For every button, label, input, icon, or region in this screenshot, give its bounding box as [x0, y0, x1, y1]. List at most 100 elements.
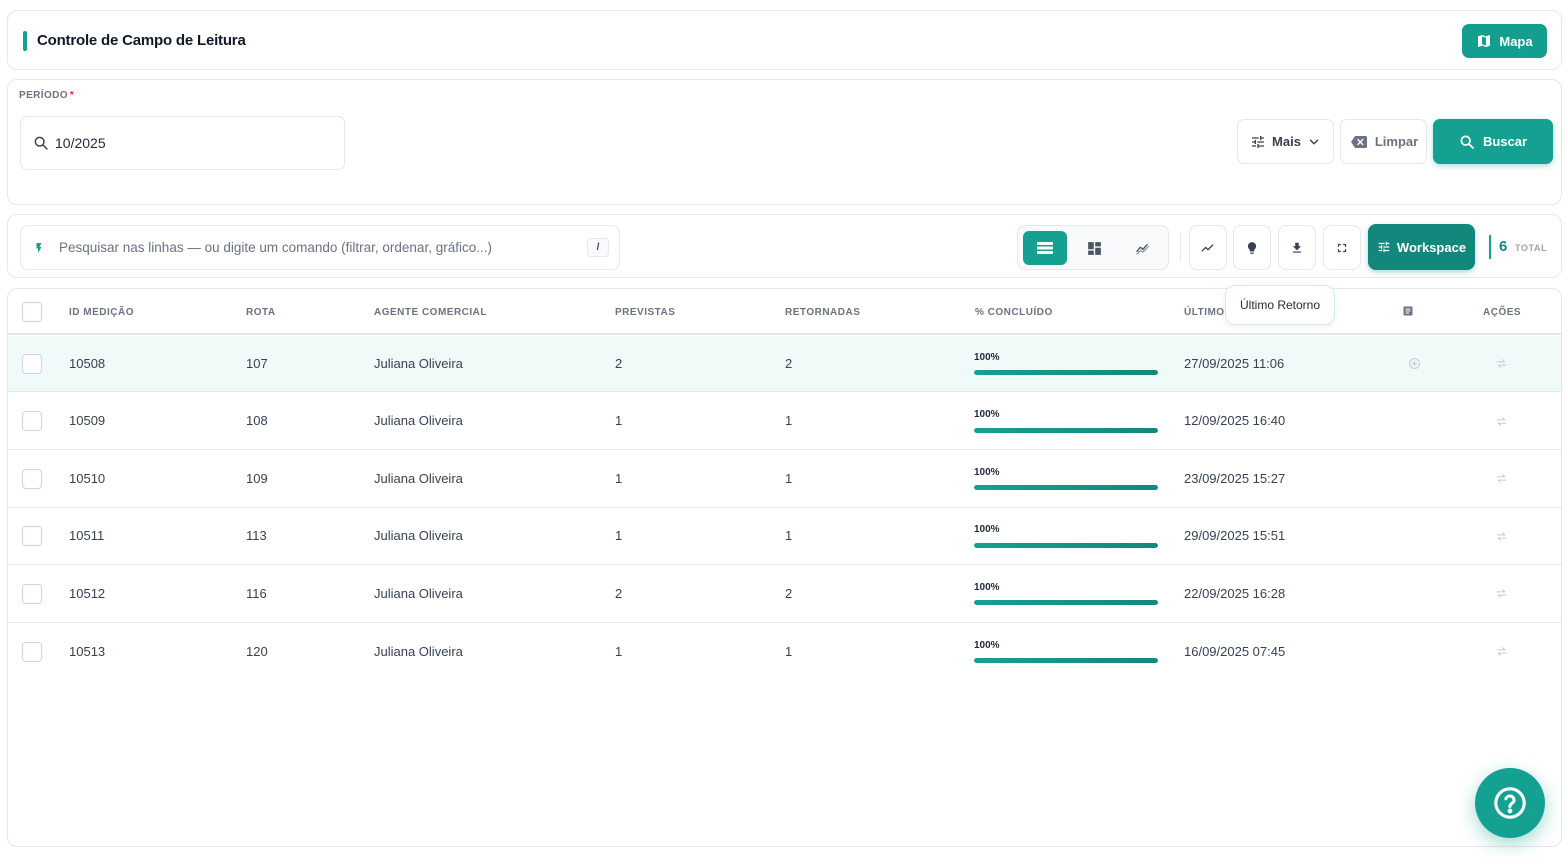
- list-icon: [1037, 242, 1053, 254]
- cell-returned: 2: [785, 356, 793, 371]
- lightbulb-icon: [1247, 241, 1257, 254]
- row-checkbox[interactable]: [22, 526, 42, 546]
- period-input[interactable]: 10/2025: [20, 116, 345, 170]
- table-row[interactable]: 10513 120 Juliana Oliveira 1 1 100% 16/0…: [8, 623, 1561, 681]
- row-checkbox[interactable]: [22, 354, 42, 374]
- cell-expected: 1: [615, 528, 623, 543]
- backspace-icon: [1350, 135, 1367, 148]
- row-checkbox[interactable]: [22, 469, 42, 489]
- progress-bar-fill: [974, 658, 1158, 663]
- toolbar-card: Pesquisar nas linhas — ou digite um coma…: [7, 214, 1562, 278]
- cell-last-return: 22/09/2025 16:28: [1184, 586, 1286, 601]
- swap-icon[interactable]: [1495, 646, 1508, 657]
- progress-bar: [974, 428, 1158, 433]
- swap-icon[interactable]: [1495, 531, 1508, 542]
- total-label: TOTAL: [1515, 243, 1548, 253]
- toolbar-divider: [1180, 233, 1181, 261]
- progress-bar-fill: [974, 370, 1158, 375]
- download-button[interactable]: [1278, 225, 1316, 270]
- table-row[interactable]: 10510 109 Juliana Oliveira 1 1 100% 23/0…: [8, 450, 1561, 508]
- cell-expected: 1: [615, 644, 623, 659]
- progress-bar: [974, 658, 1158, 663]
- cell-agent: Juliana Oliveira: [374, 644, 463, 659]
- help-icon: [1494, 787, 1526, 819]
- progress-bar: [974, 370, 1158, 375]
- search-button[interactable]: Buscar: [1433, 119, 1553, 164]
- search-icon: [1460, 134, 1474, 149]
- row-checkbox[interactable]: [22, 411, 42, 431]
- chart-view-button[interactable]: [1121, 231, 1165, 265]
- progress-bar-fill: [974, 428, 1158, 433]
- grid-icon: [1087, 241, 1101, 255]
- cell-percent: 100%: [974, 524, 1000, 535]
- more-filters-button[interactable]: Mais: [1237, 119, 1334, 164]
- column-header-id[interactable]: ID MEDIÇÃO: [69, 307, 134, 318]
- cell-route: 113: [246, 528, 267, 543]
- cell-id: 10513: [69, 644, 106, 659]
- tune-icon: [1378, 241, 1390, 253]
- cell-last-return: 12/09/2025 16:40: [1184, 413, 1286, 428]
- cell-route: 108: [246, 413, 268, 428]
- table-row[interactable]: 10509 108 Juliana Oliveira 1 1 100% 12/0…: [8, 393, 1561, 450]
- cell-id: 10508: [69, 356, 106, 371]
- cell-last-return: 29/09/2025 15:51: [1184, 528, 1286, 543]
- workspace-button[interactable]: Workspace: [1368, 224, 1475, 270]
- column-header-agent[interactable]: AGENTE COMERCIAL: [374, 307, 487, 318]
- progress-bar: [974, 600, 1158, 605]
- trending-icon: [1201, 243, 1214, 252]
- table-row[interactable]: 10508 107 Juliana Oliveira 2 2 100% 27/0…: [8, 336, 1561, 392]
- select-all-checkbox[interactable]: [22, 302, 42, 322]
- title-accent-bar: [23, 31, 27, 51]
- map-button[interactable]: Mapa: [1462, 24, 1547, 58]
- add-note-icon[interactable]: [1408, 357, 1421, 370]
- column-header-last-return[interactable]: ÚLTIMO: [1184, 307, 1225, 318]
- column-header-completed[interactable]: % CONCLUÍDO: [975, 307, 1053, 318]
- cell-route: 109: [246, 471, 268, 486]
- command-search-input[interactable]: Pesquisar nas linhas — ou digite um coma…: [20, 225, 620, 270]
- table-row[interactable]: 10511 113 Juliana Oliveira 1 1 100% 29/0…: [8, 508, 1561, 565]
- column-header-expected[interactable]: PREVISTAS: [615, 307, 675, 318]
- cell-route: 120: [246, 644, 268, 659]
- list-view-button[interactable]: [1023, 231, 1067, 265]
- progress-bar-fill: [974, 485, 1158, 490]
- cell-percent: 100%: [974, 352, 1000, 363]
- trend-button[interactable]: [1189, 225, 1227, 270]
- swap-icon[interactable]: [1495, 588, 1508, 599]
- table-row[interactable]: 10512 116 Juliana Oliveira 2 2 100% 22/0…: [8, 565, 1561, 623]
- cell-expected: 1: [615, 471, 623, 486]
- row-checkbox[interactable]: [22, 642, 42, 662]
- cell-returned: 1: [785, 644, 793, 659]
- required-mark: *: [69, 90, 75, 101]
- swap-icon[interactable]: [1495, 416, 1508, 427]
- row-checkbox[interactable]: [22, 584, 42, 604]
- total-count: 6: [1499, 238, 1508, 255]
- cell-id: 10509: [69, 413, 106, 428]
- cell-returned: 1: [785, 471, 793, 486]
- cell-agent: Juliana Oliveira: [374, 356, 463, 371]
- swap-icon[interactable]: [1495, 473, 1508, 484]
- help-button[interactable]: [1475, 768, 1545, 838]
- map-icon: [1478, 35, 1491, 47]
- cell-last-return: 23/09/2025 15:27: [1184, 471, 1286, 486]
- fullscreen-button[interactable]: [1323, 225, 1361, 270]
- cell-percent: 100%: [974, 409, 1000, 420]
- clear-button[interactable]: Limpar: [1340, 119, 1427, 164]
- grid-view-button[interactable]: [1072, 231, 1116, 265]
- column-header-route[interactable]: ROTA: [246, 307, 276, 318]
- cell-expected: 2: [615, 356, 623, 371]
- progress-bar: [974, 543, 1158, 548]
- more-filters-label: Mais: [1272, 134, 1301, 149]
- search-button-label: Buscar: [1482, 134, 1528, 149]
- swap-icon[interactable]: [1495, 358, 1508, 369]
- cell-last-return: 27/09/2025 11:06: [1184, 356, 1285, 371]
- tune-icon: [1252, 135, 1265, 148]
- insights-button[interactable]: [1233, 225, 1271, 270]
- progress-bar-fill: [974, 600, 1158, 605]
- chart-line-icon: [1136, 244, 1149, 255]
- workspace-button-label: Workspace: [1396, 239, 1467, 255]
- column-header-returned[interactable]: RETORNADAS: [785, 307, 860, 318]
- cell-expected: 2: [615, 586, 623, 601]
- clear-button-label: Limpar: [1374, 134, 1419, 149]
- cell-last-return: 16/09/2025 07:45: [1184, 644, 1286, 659]
- download-icon: [1292, 242, 1302, 253]
